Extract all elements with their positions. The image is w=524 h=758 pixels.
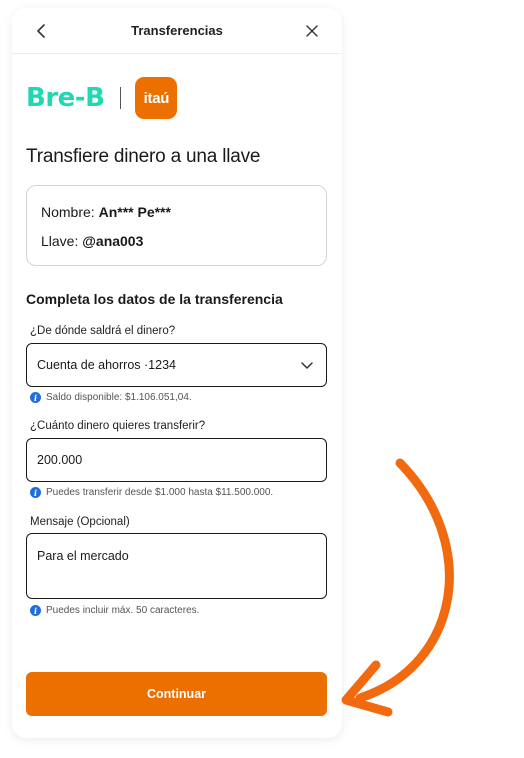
breb-logo: Bre-B	[26, 83, 105, 113]
source-hint-text: Saldo disponible: $1.106.051,04.	[46, 392, 192, 403]
continue-button[interactable]: Continuar	[26, 672, 327, 716]
amount-value: 200.000	[37, 453, 83, 467]
itau-logo-text: itaú	[143, 89, 170, 107]
message-hint-text: Puedes incluir máx. 50 caracteres.	[46, 605, 200, 616]
section-title: Completa los datos de la transferencia	[26, 291, 283, 307]
chevron-left-icon	[37, 24, 45, 38]
message-value: Para el mercado	[37, 549, 129, 563]
chevron-down-icon	[301, 362, 313, 369]
source-account-select[interactable]: Cuenta de ahorros ·1234	[26, 343, 327, 387]
recipient-name-line: Nombre: An*** Pe***	[41, 204, 171, 220]
recipient-key-label: Llave:	[41, 233, 83, 249]
close-button[interactable]	[300, 19, 324, 43]
back-button[interactable]	[30, 19, 54, 43]
amount-hint: i Puedes transferir desde $1.000 hasta $…	[30, 487, 273, 498]
message-textarea[interactable]: Para el mercado	[26, 533, 327, 599]
amount-hint-text: Puedes transferir desde $1.000 hasta $11…	[46, 487, 274, 498]
close-icon	[306, 25, 318, 37]
recipient-key-line: Llave: @ana003	[41, 233, 143, 249]
header-title: Transferencias	[131, 23, 223, 38]
logo-divider	[120, 87, 122, 109]
source-account-value: Cuenta de ahorros ·1234	[37, 358, 176, 372]
amount-input[interactable]: 200.000	[26, 438, 327, 482]
itau-logo: itaú	[135, 77, 178, 119]
curved-arrow-icon	[341, 458, 454, 717]
source-hint: i Saldo disponible: $1.106.051,04.	[30, 392, 192, 403]
recipient-name-label: Nombre:	[41, 204, 99, 220]
app-header: Transferencias	[12, 8, 342, 54]
info-icon: i	[30, 487, 41, 498]
source-label: ¿De dónde saldrá el dinero?	[30, 325, 176, 337]
logos-row: Bre-B itaú	[26, 76, 178, 120]
recipient-card: Nombre: An*** Pe*** Llave: @ana003	[26, 185, 327, 266]
info-icon: i	[30, 605, 41, 616]
phone-screen: Transferencias Bre-B itaú Transfiere din…	[12, 8, 342, 738]
recipient-name-value: An*** Pe***	[98, 204, 171, 220]
message-hint: i Puedes incluir máx. 50 caracteres.	[30, 605, 199, 616]
recipient-key-value: @ana003	[82, 233, 144, 249]
continue-button-label: Continuar	[146, 687, 207, 701]
message-label: Mensaje (Opcional)	[30, 516, 130, 528]
page-title: Transfiere dinero a una llave	[26, 146, 261, 167]
info-icon: i	[30, 392, 41, 403]
amount-label: ¿Cuánto dinero quieres transferir?	[30, 420, 206, 432]
